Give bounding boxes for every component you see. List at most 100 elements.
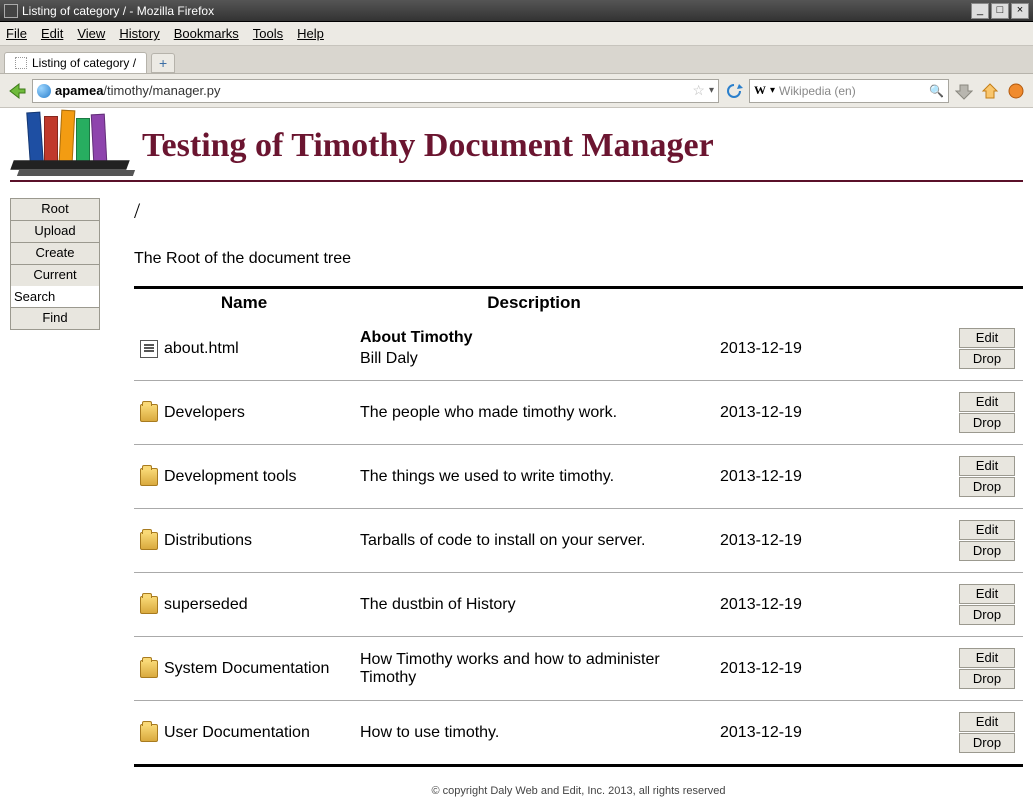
- wikipedia-icon: W: [754, 83, 766, 98]
- table-row: Development tools The things we used to …: [134, 445, 1023, 509]
- bookmark-star-icon[interactable]: ☆: [692, 82, 705, 99]
- item-desc-line1: About Timothy: [360, 328, 708, 349]
- file-icon: [140, 340, 158, 358]
- puzzle-icon: [1007, 82, 1025, 100]
- search-icon[interactable]: 🔍: [929, 84, 944, 98]
- menubar: File Edit View History Bookmarks Tools H…: [0, 22, 1033, 46]
- edit-button[interactable]: Edit: [959, 648, 1015, 668]
- new-tab-button[interactable]: +: [151, 53, 175, 73]
- item-date: 2013-12-19: [714, 381, 953, 445]
- tree-description: The Root of the document tree: [134, 250, 1023, 268]
- url-bar[interactable]: apamea/timothy/manager.py ☆ ▾: [32, 79, 719, 103]
- sidebar-upload-button[interactable]: Upload: [10, 220, 100, 242]
- edit-button[interactable]: Edit: [959, 584, 1015, 604]
- edit-button[interactable]: Edit: [959, 456, 1015, 476]
- item-link[interactable]: superseded: [164, 596, 248, 614]
- breadcrumb: /: [134, 198, 1023, 224]
- item-date: 2013-12-19: [714, 701, 953, 766]
- edit-button[interactable]: Edit: [959, 712, 1015, 732]
- sidebar-find-button[interactable]: Find: [10, 308, 100, 330]
- url-text: apamea/timothy/manager.py: [55, 83, 220, 98]
- drop-button[interactable]: Drop: [959, 413, 1015, 433]
- item-link[interactable]: Distributions: [164, 532, 252, 550]
- sidebar-current-button[interactable]: Current: [10, 264, 100, 286]
- drop-button[interactable]: Drop: [959, 733, 1015, 753]
- sidebar: Root Upload Create Current Find: [10, 198, 110, 797]
- menu-help[interactable]: Help: [297, 26, 324, 41]
- home-icon: [981, 82, 999, 100]
- navbar: apamea/timothy/manager.py ☆ ▾ W ▾ Wikipe…: [0, 74, 1033, 108]
- tab-label: Listing of category /: [32, 56, 136, 70]
- item-date: 2013-12-19: [714, 573, 953, 637]
- globe-icon: [37, 84, 51, 98]
- window-close-button[interactable]: ×: [1011, 3, 1029, 19]
- app-icon: [4, 4, 18, 18]
- item-desc: How to use timothy.: [354, 701, 714, 766]
- drop-button[interactable]: Drop: [959, 349, 1015, 369]
- folder-icon: [140, 468, 158, 486]
- item-date: 2013-12-19: [714, 509, 953, 573]
- home-button[interactable]: [979, 80, 1001, 102]
- search-placeholder: Wikipedia (en): [779, 84, 856, 98]
- sidebar-root-button[interactable]: Root: [10, 198, 100, 220]
- reload-button[interactable]: [723, 80, 745, 102]
- item-link[interactable]: about.html: [164, 340, 239, 358]
- edit-button[interactable]: Edit: [959, 328, 1015, 348]
- item-date: 2013-12-19: [714, 445, 953, 509]
- item-link[interactable]: System Documentation: [164, 660, 329, 678]
- download-arrow-icon: [955, 82, 973, 100]
- menu-edit[interactable]: Edit: [41, 26, 63, 41]
- page-header: Testing of Timothy Document Manager: [10, 108, 1023, 182]
- footer-copyright: © copyright Daly Web and Edit, Inc. 2013…: [134, 785, 1023, 797]
- menu-tools[interactable]: Tools: [253, 26, 283, 41]
- extension-button[interactable]: [1005, 80, 1027, 102]
- drop-button[interactable]: Drop: [959, 541, 1015, 561]
- table-row: Developers The people who made timothy w…: [134, 381, 1023, 445]
- window-titlebar: Listing of category / - Mozilla Firefox …: [0, 0, 1033, 22]
- menu-view[interactable]: View: [77, 26, 105, 41]
- main-content: / The Root of the document tree Name Des…: [134, 198, 1023, 797]
- col-name-header: Name: [134, 288, 354, 318]
- drop-button[interactable]: Drop: [959, 669, 1015, 689]
- table-row: User Documentation How to use timothy. 2…: [134, 701, 1023, 766]
- folder-icon: [140, 660, 158, 678]
- item-link[interactable]: User Documentation: [164, 724, 310, 742]
- window-title: Listing of category / - Mozilla Firefox: [22, 4, 214, 18]
- item-desc: The people who made timothy work.: [354, 381, 714, 445]
- window-minimize-button[interactable]: _: [971, 3, 989, 19]
- tabstrip: Listing of category / +: [0, 46, 1033, 74]
- sidebar-create-button[interactable]: Create: [10, 242, 100, 264]
- bookshelf-logo: [10, 116, 130, 176]
- menu-history[interactable]: History: [119, 26, 159, 41]
- item-link[interactable]: Development tools: [164, 468, 297, 486]
- edit-button[interactable]: Edit: [959, 520, 1015, 540]
- col-description-header: Description: [354, 288, 714, 318]
- item-date: 2013-12-19: [714, 637, 953, 701]
- sidebar-search-input[interactable]: [10, 286, 100, 308]
- back-arrow-icon: [7, 81, 27, 101]
- reload-icon: [725, 82, 743, 100]
- table-row: about.html About TimothyBill Daly 2013-1…: [134, 317, 1023, 381]
- menu-bookmarks[interactable]: Bookmarks: [174, 26, 239, 41]
- table-row: superseded The dustbin of History 2013-1…: [134, 573, 1023, 637]
- item-desc-line2: Bill Daly: [360, 349, 708, 370]
- folder-icon: [140, 404, 158, 422]
- url-dropdown-icon[interactable]: ▾: [709, 85, 714, 96]
- drop-button[interactable]: Drop: [959, 477, 1015, 497]
- edit-button[interactable]: Edit: [959, 392, 1015, 412]
- folder-icon: [140, 532, 158, 550]
- folder-icon: [140, 724, 158, 742]
- item-desc: Tarballs of code to install on your serv…: [354, 509, 714, 573]
- item-link[interactable]: Developers: [164, 404, 245, 422]
- browser-search-box[interactable]: W ▾ Wikipedia (en) 🔍: [749, 79, 949, 103]
- listing-table: Name Description about.html About Timoth…: [134, 286, 1023, 767]
- downloads-button[interactable]: [953, 80, 975, 102]
- drop-button[interactable]: Drop: [959, 605, 1015, 625]
- window-maximize-button[interactable]: □: [991, 3, 1009, 19]
- table-row: System Documentation How Timothy works a…: [134, 637, 1023, 701]
- item-date: 2013-12-19: [714, 317, 953, 381]
- browser-tab[interactable]: Listing of category /: [4, 52, 147, 73]
- search-dropdown-icon[interactable]: ▾: [770, 85, 775, 96]
- menu-file[interactable]: File: [6, 26, 27, 41]
- back-button[interactable]: [6, 80, 28, 102]
